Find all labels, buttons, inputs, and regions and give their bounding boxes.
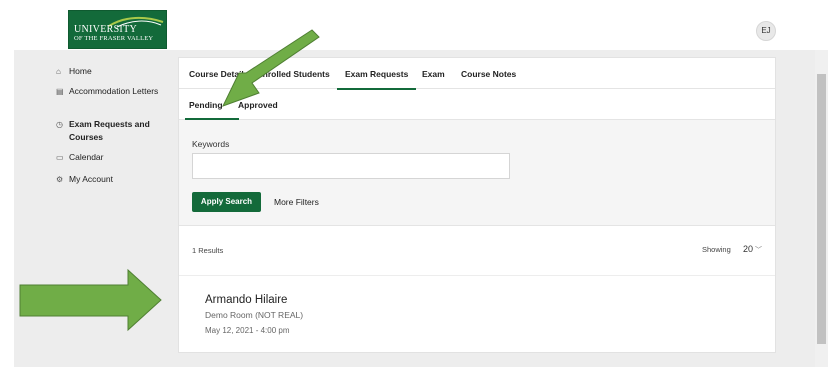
tab-exam[interactable]: Exam xyxy=(422,69,445,79)
results-header: 1 Results Showing 20 ﹀ xyxy=(179,226,775,276)
user-avatar[interactable]: EJ xyxy=(756,21,776,41)
page-size-value: 20 xyxy=(743,244,754,254)
sidebar-item-label: Calendar xyxy=(69,152,104,162)
sidebar-item-calendar[interactable]: ▭ Calendar xyxy=(56,151,159,164)
request-datetime: May 12, 2021 - 4:00 pm xyxy=(205,326,290,335)
results-count: 1 Results xyxy=(192,246,224,255)
tab-enrolled-students[interactable]: Enrolled Students xyxy=(257,69,330,79)
logo-text-university: UNIVERSITY xyxy=(74,24,137,35)
subtab-approved[interactable]: Approved xyxy=(238,100,278,110)
scrollbar-thumb[interactable] xyxy=(817,74,826,344)
showing-label: Showing xyxy=(702,245,731,254)
university-logo[interactable]: UNIVERSITY OF THE FRASER VALLEY xyxy=(68,10,167,49)
sidebar-item-label: Accommodation Letters xyxy=(69,86,159,96)
request-status-tabs: Pending Approved xyxy=(179,89,775,120)
top-bar: UNIVERSITY OF THE FRASER VALLEY EJ xyxy=(14,8,814,50)
home-icon: ⌂ xyxy=(56,67,61,76)
subtab-pending[interactable]: Pending xyxy=(185,100,238,120)
sidebar-item-label: Exam Requests and Courses xyxy=(69,119,150,142)
keywords-input[interactable] xyxy=(192,153,510,179)
tab-exam-requests[interactable]: Exam Requests xyxy=(336,69,417,90)
sidebar-item-home[interactable]: ⌂ Home xyxy=(56,65,159,78)
sidebar-item-label: Home xyxy=(69,66,92,76)
letter-icon: ▤ xyxy=(56,87,64,96)
calendar-icon: ▭ xyxy=(56,153,64,162)
tab-course-notes[interactable]: Course Notes xyxy=(461,69,516,79)
tab-course-details[interactable]: Course Details xyxy=(189,69,249,79)
chevron-down-icon: ﹀ xyxy=(755,247,763,254)
sidebar-item-accommodation-letters[interactable]: ▤ Accommodation Letters xyxy=(56,85,159,98)
apply-search-button[interactable]: Apply Search xyxy=(192,192,261,212)
page-size-select[interactable]: 20 ﹀ xyxy=(743,244,762,255)
search-filters: Keywords Apply Search More Filters xyxy=(179,120,775,226)
course-panel: Course Details Enrolled Students Exam Re… xyxy=(178,57,776,353)
sidebar-item-label: My Account xyxy=(69,174,113,184)
more-filters-button[interactable]: More Filters xyxy=(274,197,319,207)
sidebar-item-my-account[interactable]: ⚙ My Account xyxy=(56,173,159,186)
logo-text-fraser-valley: OF THE FRASER VALLEY xyxy=(74,35,154,42)
request-student-name[interactable]: Armando Hilaire xyxy=(205,294,287,306)
gear-icon: ⚙ xyxy=(56,175,64,184)
course-tabs: Course Details Enrolled Students Exam Re… xyxy=(179,58,775,90)
stopwatch-icon: ◷ xyxy=(56,120,63,129)
sidebar-item-exam-requests[interactable]: ◷ Exam Requests and Courses xyxy=(56,118,159,144)
keywords-label: Keywords xyxy=(192,139,230,149)
request-room: Demo Room (NOT REAL) xyxy=(205,310,304,320)
